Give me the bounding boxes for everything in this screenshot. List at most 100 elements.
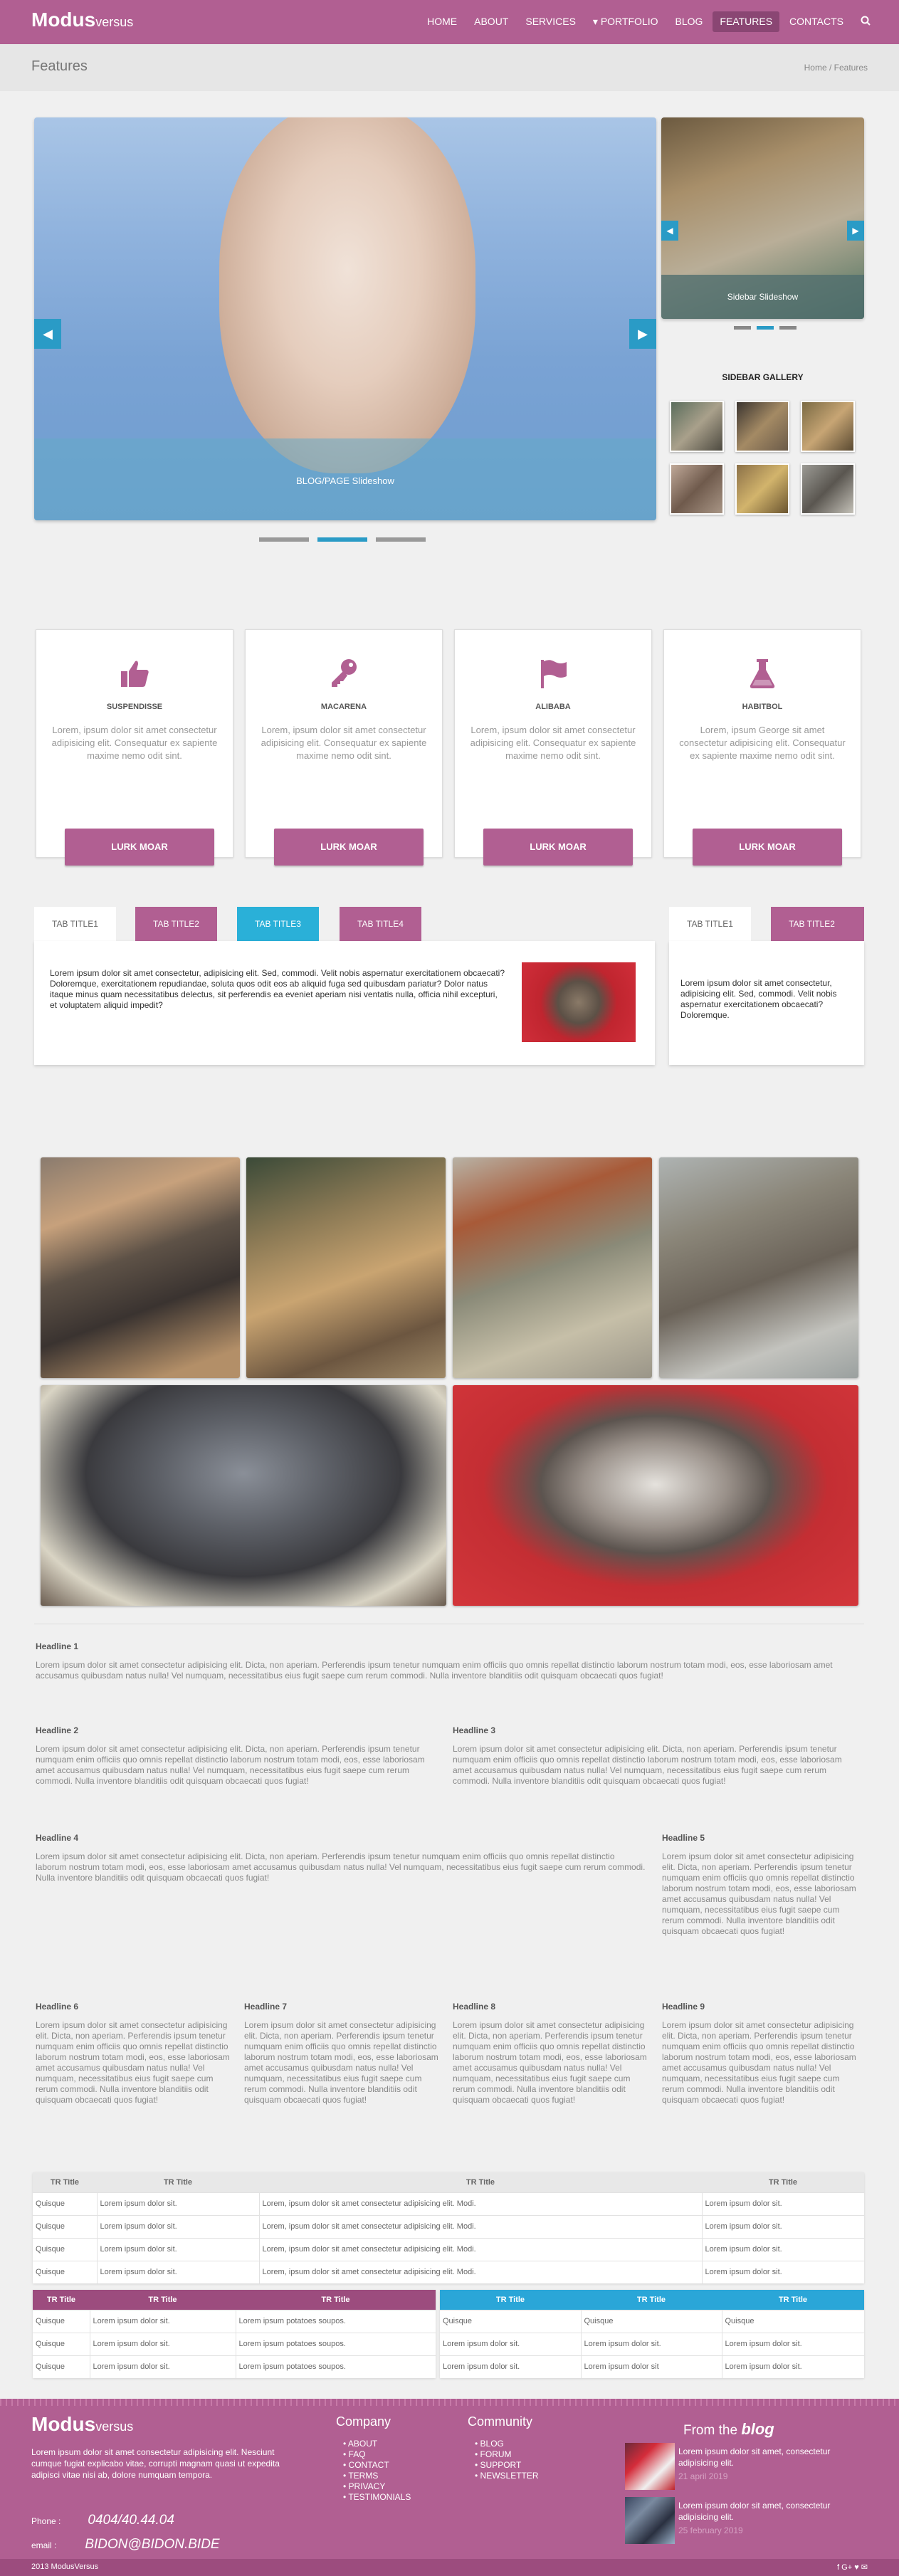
side-tab-title2[interactable]: TAB TITLE2: [771, 907, 864, 941]
lurk-moar-button[interactable]: LURK MOAR: [65, 829, 214, 866]
headline-title: Headline 5: [662, 1833, 705, 1843]
logo-bold: Modus: [31, 2413, 96, 2435]
footer-link[interactable]: ABOUT: [343, 2439, 411, 2449]
headline-block: Headline 7 Lorem ipsum dolor sit amet co…: [244, 2002, 445, 2106]
headline-title: Headline 9: [662, 2002, 705, 2012]
gallery-image[interactable]: [246, 1157, 446, 1378]
table-cell: Lorem ipsum potatoes soupos.: [235, 2355, 436, 2378]
gallery-thumb[interactable]: [735, 463, 789, 515]
social-icons[interactable]: f G+ ♥ ✉: [837, 2562, 868, 2572]
tab-title1[interactable]: TAB TITLE1: [34, 907, 116, 941]
phone-number[interactable]: 0404/40.44.04: [88, 2513, 174, 2528]
sidebar-next-arrow-icon[interactable]: ▶: [847, 221, 864, 241]
lurk-moar-button[interactable]: LURK MOAR: [274, 829, 424, 866]
lurk-moar-button[interactable]: LURK MOAR: [693, 829, 842, 866]
footer-link[interactable]: PRIVACY: [343, 2481, 411, 2492]
table-cell: Quisque: [580, 2309, 722, 2333]
footer-link[interactable]: NEWSLETTER: [475, 2471, 539, 2481]
slider-dot[interactable]: [376, 537, 426, 542]
gallery-image[interactable]: [41, 1157, 240, 1378]
logo-bold: Modus: [31, 9, 96, 31]
company-links: ABOUT FAQ CONTACT TERMS PRIVACY TESTIMON…: [343, 2439, 411, 2503]
table-row: Quisque Lorem ipsum dolor sit. Lorem ipsum…: [33, 2355, 436, 2378]
tab-title4[interactable]: TAB TITLE4: [340, 907, 421, 941]
nav-blog[interactable]: BLOG: [668, 11, 710, 32]
headline-title: Headline 3: [453, 1725, 496, 1735]
footer-link[interactable]: TESTIMONIALS: [343, 2492, 411, 2503]
headline-title: Headline 7: [244, 2002, 288, 2012]
table-header-row: TR Title TR Title TR Title: [440, 2290, 864, 2310]
blog-post[interactable]: Lorem ipsum dolor sit amet, consectetur …: [625, 2443, 867, 2490]
table-cell: Lorem ipsum dolor sit.: [89, 2332, 236, 2355]
breadcrumb[interactable]: Home / Features: [804, 63, 868, 73]
table-cell: Quisque: [33, 2192, 97, 2215]
nav-home[interactable]: HOME: [420, 11, 464, 32]
footer-bottom-bar: 2013 ModusVersus f G+ ♥ ✉: [0, 2559, 899, 2576]
headline-title: Headline 8: [453, 2002, 496, 2012]
lurk-moar-button[interactable]: LURK MOAR: [483, 829, 633, 866]
feature-text: Lorem, ipsum dolor sit amet consectetur …: [261, 725, 427, 761]
tab-kitten-image: [522, 962, 636, 1042]
nav-services[interactable]: SERVICES: [518, 11, 583, 32]
sidebar-prev-arrow-icon[interactable]: ◀: [661, 221, 678, 241]
slider-dot[interactable]: [734, 326, 751, 330]
headline-block: Headline 6 Lorem ipsum dolor sit amet co…: [36, 2002, 236, 2106]
slide-caption: BLOG/PAGE Slideshow: [296, 475, 394, 486]
feature-title: MACARENA: [320, 703, 367, 711]
footer-link[interactable]: SUPPORT: [475, 2460, 539, 2471]
footer-logo[interactable]: Modusversus: [31, 2413, 133, 2436]
table-cell: Lorem ipsum dolor sit.: [701, 2237, 864, 2261]
gallery-thumb[interactable]: [735, 401, 789, 452]
slider-dot[interactable]: [779, 326, 797, 330]
headline-title: Headline 2: [36, 1725, 79, 1735]
nav-portfolio-label: PORTFOLIO: [600, 16, 658, 27]
table-header-row: TR Title TR Title TR Title TR Title: [33, 2172, 864, 2192]
gallery-thumb[interactable]: [801, 401, 855, 452]
tab-title2[interactable]: TAB TITLE2: [135, 907, 217, 941]
nav-contacts[interactable]: CONTACTS: [782, 11, 851, 32]
nav-about[interactable]: ABOUT: [467, 11, 515, 32]
sidebar-slider-pagination: [734, 326, 797, 330]
gallery-image[interactable]: [453, 1157, 652, 1378]
logo-light: versus: [95, 15, 134, 29]
footer-link[interactable]: BLOG: [475, 2439, 539, 2449]
search-icon[interactable]: [853, 11, 878, 32]
logo[interactable]: Modusversus: [31, 9, 133, 31]
slider-dot-active[interactable]: [757, 326, 774, 330]
table-cell: Lorem ipsum dolor sit.: [89, 2309, 236, 2333]
email-address[interactable]: BIDON@BIDON.BIDE: [85, 2537, 219, 2552]
caret-down-icon: ▾: [592, 16, 601, 27]
next-arrow-icon[interactable]: ▶: [629, 319, 656, 349]
flask-icon: [746, 657, 779, 690]
footer-link[interactable]: TERMS: [343, 2471, 411, 2481]
table-cell: Lorem ipsum dolor sit.: [96, 2237, 259, 2261]
table-cell: Lorem ipsum dolor sit.: [96, 2214, 259, 2238]
sidebar-slideshow[interactable]: Sidebar Slideshow ◀ ▶: [661, 117, 864, 319]
gallery-image-wide[interactable]: [41, 1385, 446, 1606]
nav-portfolio[interactable]: ▾ PORTFOLIO: [586, 11, 666, 32]
slider-dot-active[interactable]: [317, 537, 367, 542]
gallery-image-wide[interactable]: [453, 1385, 858, 1606]
blog-post[interactable]: Lorem ipsum dolor sit amet, consectetur …: [625, 2497, 867, 2544]
table-cell: Quisque: [33, 2214, 97, 2238]
gallery-image[interactable]: [659, 1157, 858, 1378]
table-row: Quisque Lorem ipsum dolor sit. Lorem ipsum…: [33, 2309, 436, 2333]
headline-block: Headline 2 Lorem ipsum dolor sit amet co…: [36, 1725, 444, 1787]
slider-dot[interactable]: [259, 537, 309, 542]
main-slideshow[interactable]: BLOG/PAGE Slideshow ◀ ▶: [34, 117, 656, 520]
kitten-image: [219, 117, 475, 473]
table-cell: Lorem ipsum dolor sit.: [440, 2332, 581, 2355]
sidebar-slide-caption: Sidebar Slideshow: [727, 292, 799, 302]
gallery-thumb[interactable]: [670, 401, 724, 452]
gallery-thumb[interactable]: [670, 463, 724, 515]
key-icon: [327, 657, 360, 690]
footer-link[interactable]: FAQ: [343, 2449, 411, 2460]
footer-link[interactable]: FORUM: [475, 2449, 539, 2460]
side-tab-title1[interactable]: TAB TITLE1: [669, 907, 751, 941]
footer-link[interactable]: CONTACT: [343, 2460, 411, 2471]
prev-arrow-icon[interactable]: ◀: [34, 319, 61, 349]
community-heading: Community: [468, 2414, 533, 2429]
nav-features[interactable]: FEATURES: [713, 11, 780, 32]
gallery-thumb[interactable]: [801, 463, 855, 515]
tab-title3[interactable]: TAB TITLE3: [237, 907, 319, 941]
